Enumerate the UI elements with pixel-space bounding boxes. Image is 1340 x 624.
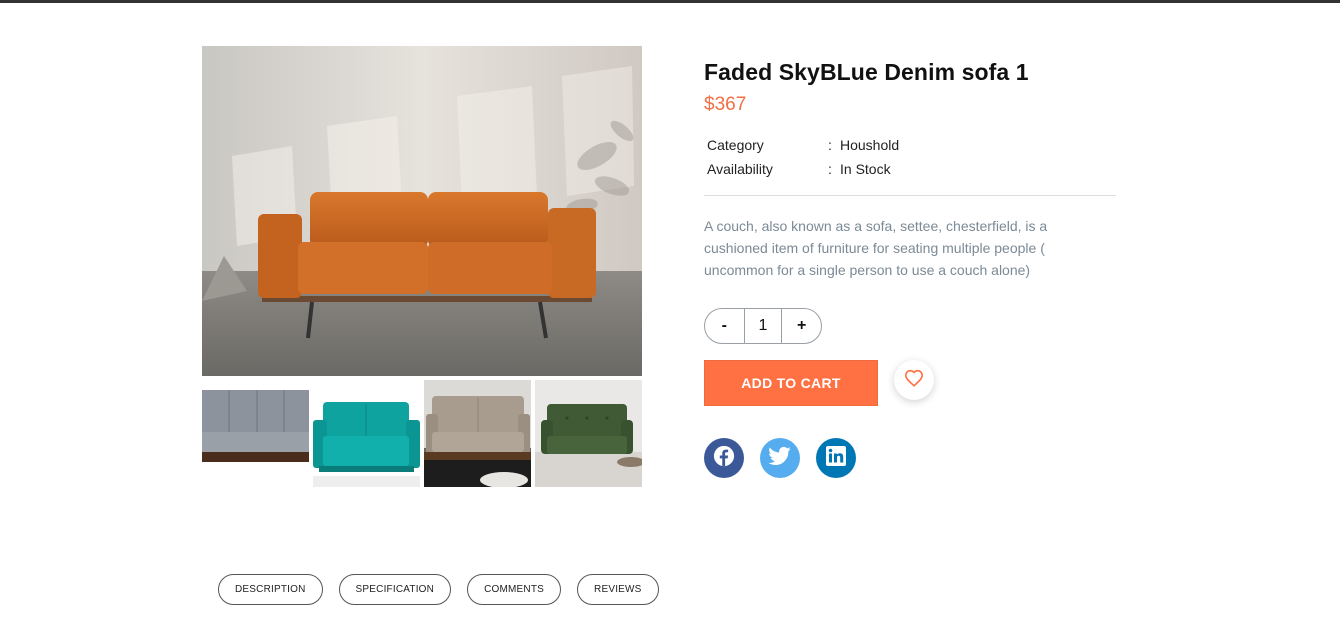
thumbnail-taupe-sofa[interactable] bbox=[424, 380, 531, 487]
quantity-increase-button[interactable]: + bbox=[782, 309, 821, 343]
quantity-stepper: - 1 + bbox=[704, 308, 822, 344]
meta-colon: : bbox=[828, 137, 832, 153]
product-price: $367 bbox=[704, 94, 747, 115]
add-to-cart-button[interactable]: ADD TO CART bbox=[704, 360, 878, 406]
product-details: Faded SkyBLue Denim sofa 1 $367 Category… bbox=[704, 56, 1116, 478]
meta-value-category: Houshold bbox=[840, 137, 900, 153]
thumbnail-grey-sofa[interactable] bbox=[202, 380, 309, 487]
tab-comments[interactable]: COMMENTS bbox=[467, 574, 562, 605]
meta-row-availability: Availability : In Stock bbox=[704, 157, 1116, 181]
product-main-image bbox=[202, 46, 642, 376]
meta-key: Availability bbox=[707, 161, 773, 177]
product-tabs: DESCRIPTION SPECIFICATION COMMENTS REVIE… bbox=[218, 574, 659, 605]
quantity-decrease-button[interactable]: - bbox=[705, 309, 744, 343]
meta-colon: : bbox=[828, 161, 832, 177]
facebook-icon bbox=[713, 445, 735, 472]
tab-specification[interactable]: SPECIFICATION bbox=[338, 574, 452, 605]
social-share bbox=[704, 438, 856, 478]
heart-icon bbox=[904, 369, 924, 392]
top-border bbox=[0, 0, 1340, 3]
product-description: A couch, also known as a sofa, settee, c… bbox=[704, 218, 1048, 278]
tab-description[interactable]: DESCRIPTION bbox=[218, 574, 323, 605]
thumbnail-green-sofa[interactable] bbox=[535, 380, 642, 487]
twitter-share-button[interactable] bbox=[760, 438, 800, 478]
product-meta: Category : Houshold Availability : In St… bbox=[704, 133, 1116, 181]
twitter-icon bbox=[768, 446, 791, 471]
tab-reviews[interactable]: REVIEWS bbox=[577, 574, 659, 605]
product-title: Faded SkyBLue Denim sofa 1 bbox=[704, 59, 1029, 85]
product-thumbnails bbox=[202, 380, 642, 487]
facebook-share-button[interactable] bbox=[704, 438, 744, 478]
wishlist-button[interactable] bbox=[894, 360, 934, 400]
meta-value-availability: In Stock bbox=[840, 161, 891, 177]
divider bbox=[704, 195, 1116, 196]
meta-row-category: Category : Houshold bbox=[704, 133, 1116, 157]
linkedin-share-button[interactable] bbox=[816, 438, 856, 478]
thumbnail-teal-sofa[interactable] bbox=[313, 380, 420, 487]
meta-key: Category bbox=[707, 137, 764, 153]
quantity-value[interactable]: 1 bbox=[743, 309, 783, 343]
linkedin-icon bbox=[826, 445, 846, 471]
